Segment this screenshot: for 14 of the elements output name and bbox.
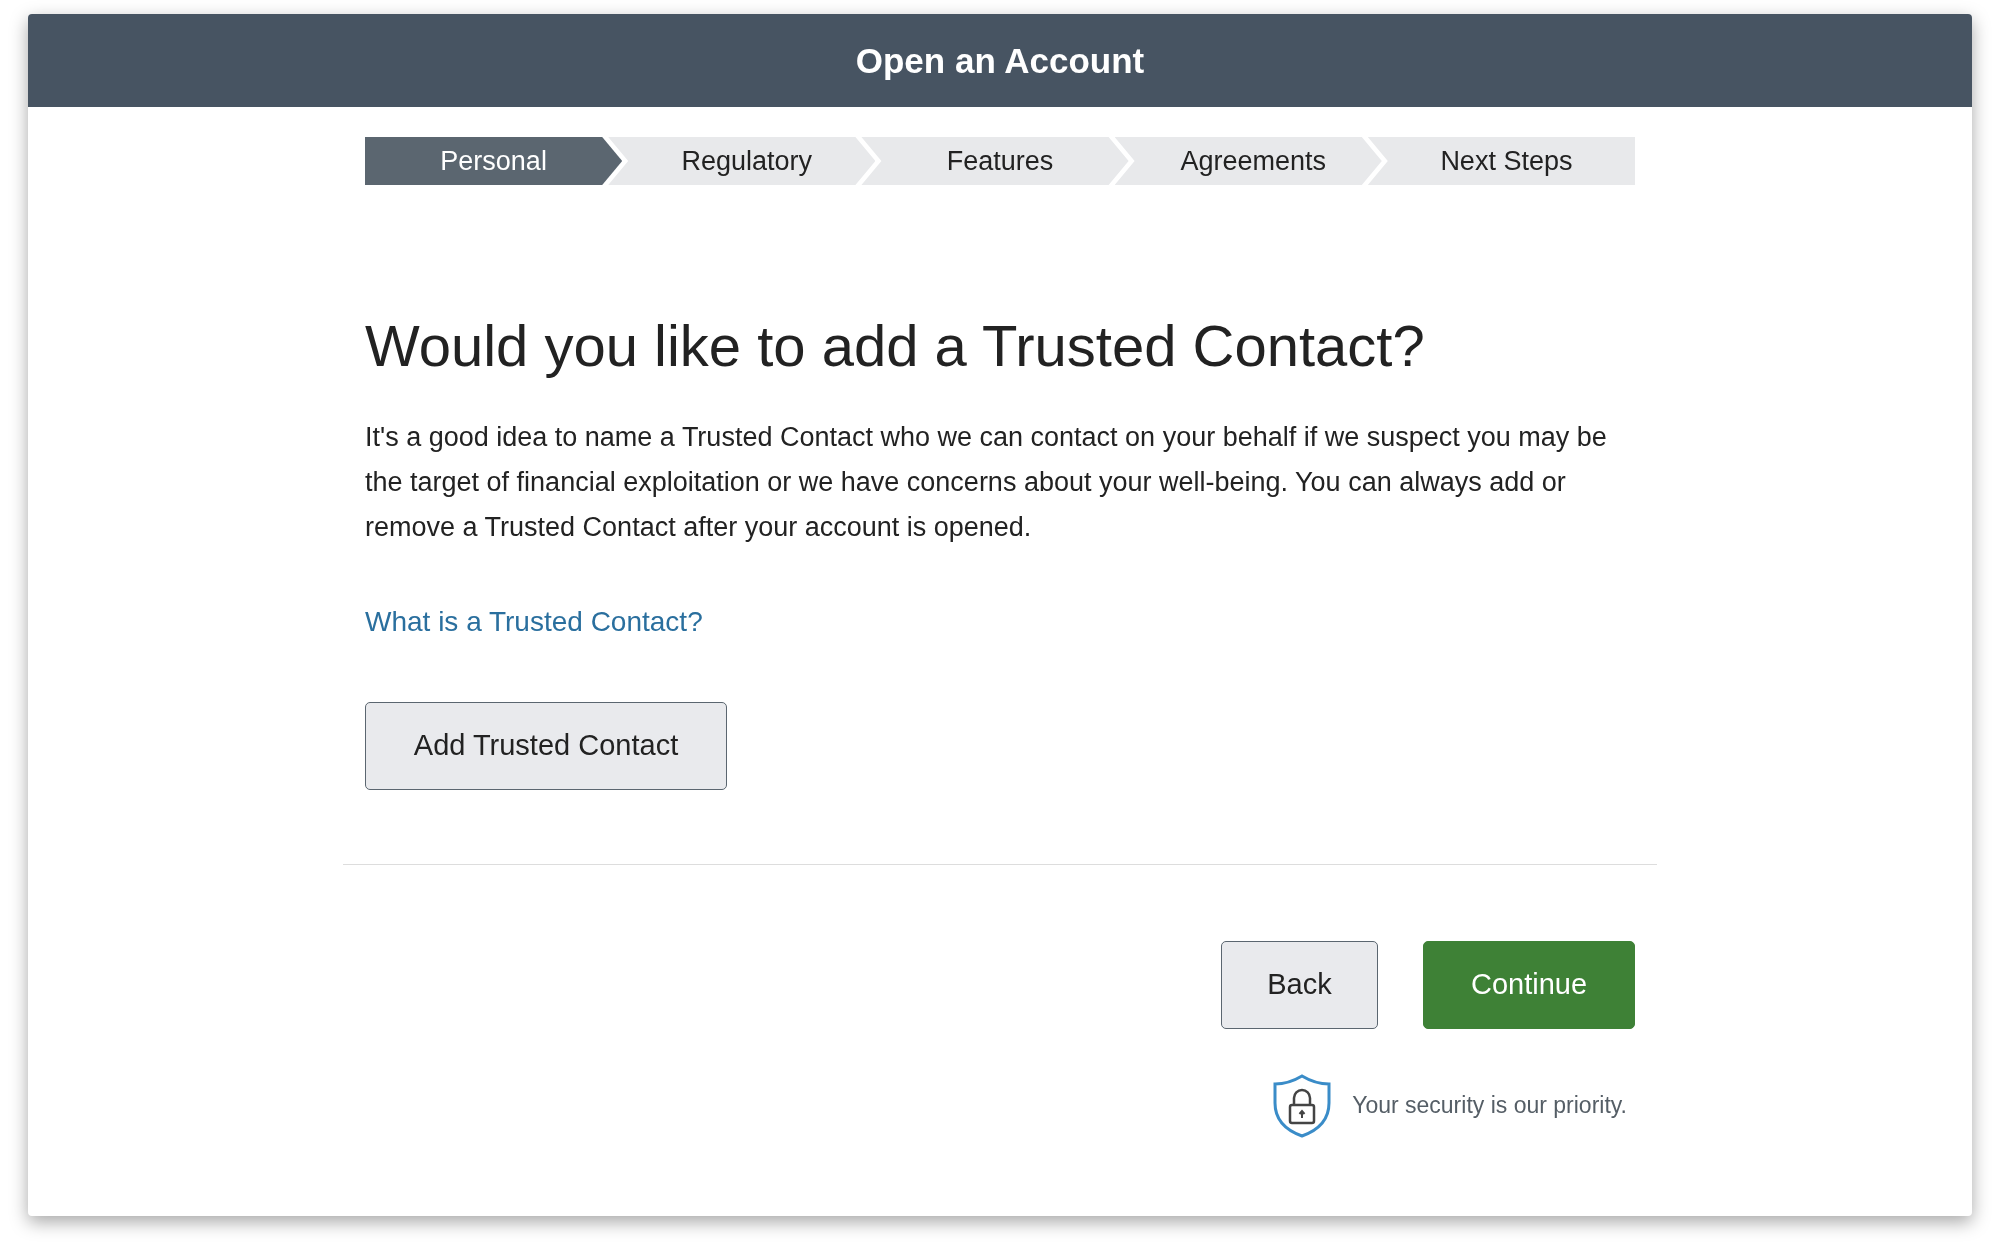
continue-button[interactable]: Continue bbox=[1423, 940, 1635, 1029]
description-text: It's a good idea to name a Trusted Contact who we can contact on your behalf if we suspect you may be the target of financial exploitation or we have concerns about your well-being. You can always add or remove a Trusted Contact after your account is opened. bbox=[365, 420, 1608, 544]
progress-step[interactable]: Next Steps bbox=[1367, 137, 1635, 185]
progress-step[interactable]: Features bbox=[861, 137, 1129, 185]
window-title: Open an Account bbox=[855, 40, 1145, 81]
back-button[interactable]: Back bbox=[1221, 940, 1378, 1029]
add-contact-button[interactable]: Add Trusted Contact bbox=[365, 701, 727, 790]
progress-step[interactable]: Personal bbox=[365, 137, 623, 185]
page-heading: Would you like to add a Trusted Contact? bbox=[365, 312, 1426, 380]
help-link[interactable]: What is a Trusted Contact? bbox=[365, 605, 703, 638]
progress-step[interactable]: Regulatory bbox=[608, 137, 876, 185]
progress-step[interactable]: Agreements bbox=[1114, 137, 1382, 185]
security-note: Your security is our priority. bbox=[1352, 1092, 1627, 1120]
shield-lock-icon bbox=[1272, 1072, 1333, 1139]
